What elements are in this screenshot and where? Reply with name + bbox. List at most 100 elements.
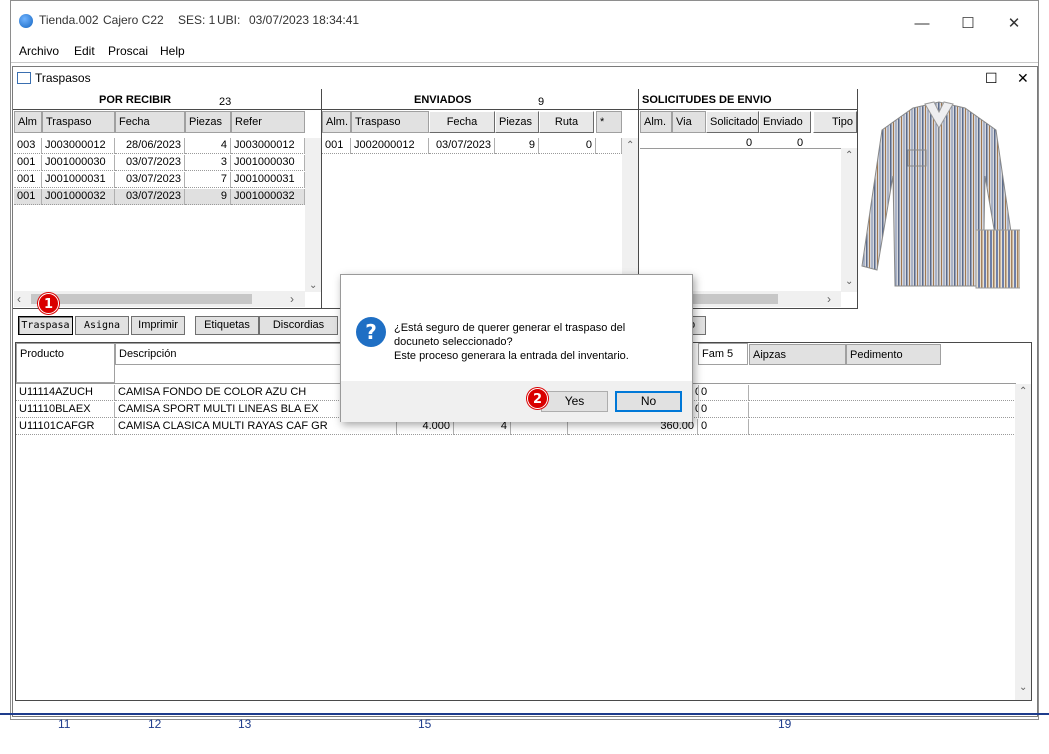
cell-empty	[749, 385, 1014, 401]
cell-fecha: 03/07/2023	[429, 138, 495, 154]
dialog-line-2: docuneto seleccionado?	[394, 336, 513, 348]
col-traspaso[interactable]: Traspaso	[351, 111, 429, 133]
cell-traspaso: J002000012	[351, 138, 429, 154]
scroll-left-icon[interactable]: ‹	[17, 292, 21, 306]
cell-fam: 0	[698, 385, 749, 401]
col-ruta[interactable]: Ruta	[539, 111, 594, 133]
app-name: Tienda.002	[39, 13, 99, 27]
scroll-down-icon[interactable]: ⌄	[1019, 682, 1027, 693]
cell-piezas: 3	[185, 155, 231, 171]
etiquetas-button[interactable]: Etiquetas	[195, 316, 259, 335]
dialog-line-1: ¿Está seguro de querer generar el traspa…	[394, 322, 626, 334]
cell-piezas: 9	[185, 189, 231, 205]
por-recibir-count: 23	[219, 96, 232, 108]
asigna-button[interactable]: Asigna	[75, 316, 129, 335]
traspasa-button[interactable]: Traspasa	[18, 316, 73, 335]
cell-alm: 001	[14, 155, 42, 171]
cell-alm: 001	[322, 138, 351, 154]
day-number: 13	[238, 717, 252, 731]
no-button[interactable]: No	[615, 391, 682, 412]
cell-fecha: 03/07/2023	[115, 172, 185, 188]
cell-refer: J001000030	[231, 155, 305, 171]
cell-ruta: 0	[539, 138, 596, 154]
divider	[13, 109, 321, 110]
col-enviado[interactable]: Enviado	[759, 111, 811, 133]
enviados-vscroll[interactable]: ⌃	[622, 138, 638, 274]
col-aipzas[interactable]: Aipzas	[749, 344, 846, 365]
scroll-up-icon[interactable]: ⌃	[1019, 386, 1027, 397]
yes-button[interactable]: Yes	[541, 391, 608, 412]
discordias-button[interactable]: Discordias	[259, 316, 338, 335]
traspasos-title: Traspasos	[35, 71, 91, 85]
enviados-title: ENVIADOS	[414, 94, 472, 106]
menu-help[interactable]: Help	[160, 44, 185, 58]
cell-fam: 0	[698, 419, 749, 435]
scroll-right-icon[interactable]: ›	[290, 292, 294, 306]
day-number: 12	[148, 717, 162, 731]
solicitudes-hscroll[interactable]: ›	[690, 291, 841, 307]
cell-fecha: 03/07/2023	[115, 189, 185, 205]
col-alm[interactable]: Alm.	[640, 111, 672, 133]
cell-piezas: 4	[185, 138, 231, 154]
cell-producto: U11110BLAEX	[16, 402, 115, 418]
cell-fam: 0	[698, 402, 749, 418]
col-solicitado[interactable]: Solicitado	[706, 111, 759, 133]
scroll-thumb[interactable]	[690, 294, 778, 304]
scroll-thumb[interactable]	[31, 294, 252, 304]
imprimir-button[interactable]: Imprimir	[131, 316, 185, 335]
menu-archivo[interactable]: Archivo	[19, 44, 59, 58]
confirm-dialog: ? ¿Está seguro de querer generar el tras…	[340, 274, 693, 422]
col-asterisk[interactable]: *	[596, 111, 622, 133]
dialog-message: ¿Está seguro de querer generar el traspa…	[394, 321, 629, 363]
cell-traspaso: J003000012	[42, 138, 115, 154]
cell-producto: U11101CAFGR	[16, 419, 115, 435]
child-maximize-button[interactable]: ☐	[985, 70, 998, 87]
solicitudes-title: SOLICITUDES DE ENVIO	[642, 94, 772, 106]
enviados-count: 9	[538, 96, 545, 108]
scroll-down-icon[interactable]: ⌄	[845, 276, 853, 287]
col-fecha[interactable]: Fecha	[115, 111, 185, 133]
scroll-up-icon[interactable]: ⌃	[845, 150, 853, 161]
menu-proscai[interactable]: Proscai	[108, 44, 148, 58]
col-fam5[interactable]: Fam 5	[698, 343, 748, 365]
col-tipo[interactable]: Tipo	[813, 111, 857, 133]
col-via[interactable]: Via	[672, 111, 706, 133]
col-fecha[interactable]: Fecha	[429, 111, 495, 133]
cell-empty	[749, 402, 1014, 418]
question-icon: ?	[356, 317, 386, 347]
ubi-label: UBI:	[217, 13, 241, 27]
cell-fecha: 28/06/2023	[115, 138, 185, 154]
day-number: 19	[778, 717, 792, 731]
cell-alm: 001	[14, 172, 42, 188]
col-piezas[interactable]: Piezas	[185, 111, 231, 133]
col-alm[interactable]: Alm	[14, 111, 42, 133]
cajero-label: Cajero C22	[103, 13, 164, 27]
col-refer[interactable]: Refer	[231, 111, 305, 133]
cell-traspaso: J001000032	[42, 189, 115, 205]
maximize-button[interactable]: ☐	[945, 9, 991, 39]
scroll-right-icon[interactable]: ›	[827, 292, 831, 306]
day-number: 11	[58, 717, 71, 731]
scroll-up-icon[interactable]: ⌃	[626, 140, 634, 151]
detail-vscroll[interactable]: ⌃ ⌄	[1015, 384, 1031, 700]
session-label: SES: 1	[178, 13, 216, 27]
minimize-button[interactable]: —	[899, 9, 945, 39]
col-producto[interactable]: Producto	[16, 343, 115, 383]
datetime-label: 03/07/2023 18:34:41	[249, 13, 360, 27]
app-globe-icon	[19, 14, 33, 28]
traspasos-title-bar: Traspasos ☐ ✕	[13, 67, 1037, 91]
solicitudes-vscroll[interactable]: ⌃ ⌄	[841, 148, 857, 292]
close-button[interactable]: ✕	[991, 9, 1037, 39]
col-piezas[interactable]: Piezas	[495, 111, 539, 133]
cell-refer: J003000012	[231, 138, 305, 154]
por-recibir-title: POR RECIBIR	[99, 94, 172, 106]
scroll-down-icon[interactable]: ⌄	[309, 280, 317, 291]
child-close-button[interactable]: ✕	[1017, 70, 1029, 87]
col-traspaso[interactable]: Traspaso	[42, 111, 115, 133]
col-pedimento[interactable]: Pedimento	[846, 344, 941, 365]
hidden-calendar-strip: 11 12 13 15 19	[0, 715, 1049, 731]
cell-refer: J001000031	[231, 172, 305, 188]
por-recibir-vscroll[interactable]: ⌄	[305, 138, 321, 292]
menu-edit[interactable]: Edit	[74, 44, 95, 58]
col-alm[interactable]: Alm.	[322, 111, 351, 133]
